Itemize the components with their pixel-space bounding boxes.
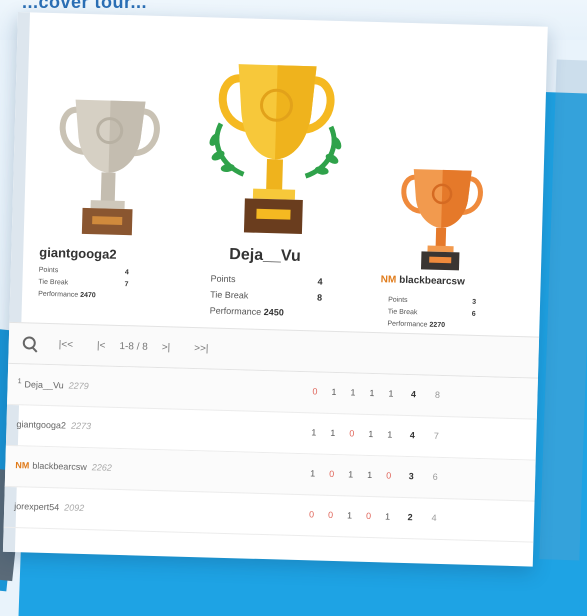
round-score: 1 [311,427,317,438]
round-scores: 1 0 1 1 0 3 6 [303,468,446,482]
last-page-button[interactable]: >>| [194,343,209,354]
player-name: jorexpert54 [14,501,60,513]
bronze-trophy-icon [401,169,483,271]
stat-value: 2470 [80,291,96,300]
stat-label: Points [210,273,236,285]
rank: 1 [17,378,22,386]
tiebreak-score: 8 [434,389,441,400]
stat-value: 2270 [429,321,446,330]
player-rating: 2092 [64,502,85,514]
second-points-row: Points 4 [39,267,129,277]
third-tiebreak-row: Tie Break 6 [388,308,476,317]
round-score: 0 [312,386,318,397]
round-score: 1 [331,386,337,398]
player-cell: giantgooga2 2273 [16,419,91,431]
stat-value: 6 [471,310,476,318]
player-rating: 2262 [91,462,113,473]
stat-value: 4 [124,269,129,277]
next-page-button[interactable]: >| [162,342,171,353]
title-badge: NM [15,460,30,471]
silver-trophy-icon [59,99,160,236]
round-score: 0 [349,428,355,439]
round-score: 1 [388,388,394,399]
round-score: 1 [367,469,373,481]
round-scores: 0 0 1 0 1 2 4 [302,509,445,523]
round-scores: 0 1 1 1 1 4 8 [305,386,448,400]
round-score: 1 [348,469,354,480]
player-name-text: blackbearcsw [399,274,465,288]
total-score: 4 [409,430,415,441]
player-name: giantgooga2 [16,419,67,431]
stat-label: Tie Break [210,289,249,301]
second-performance-row: Performance 2470 [38,291,128,301]
player-rating: 2273 [70,420,92,432]
first-points-row: Points 4 [210,273,322,286]
stat-label: Performance [387,320,428,329]
player-cell: jorexpert54 2092 [14,501,84,513]
total-score: 3 [408,471,414,482]
standings-table: 1 Deja__Vu 2279 0 1 1 1 1 4 8 giantgooga2 2… [3,363,538,543]
podium: giantgooga2 Points 4 Tie Break 7 Perform… [9,12,547,337]
round-score: 0 [386,470,392,481]
tiebreak-score: 4 [431,512,437,523]
prev-page-button[interactable]: |< [97,340,106,351]
tournament-results-card: giantgooga2 Points 4 Tie Break 7 Perform… [2,12,548,567]
player-name: blackbearcsw [32,460,87,473]
round-score: 1 [350,387,356,398]
gold-trophy-icon [209,64,342,235]
stat-value: 3 [472,298,477,306]
second-tiebreak-row: Tie Break 7 [38,279,128,289]
stat-value: 8 [316,292,323,303]
round-score: 1 [310,468,316,479]
round-scores: 1 1 0 1 1 4 7 [304,427,447,441]
player-cell: 1 Deja__Vu 2279 [17,378,89,392]
stat-label: Tie Break [387,308,418,317]
stat-value: 4 [317,276,323,287]
stat-label: Points [38,266,59,275]
player-cell: NM blackbearcsw 2262 [15,460,112,473]
player-name: Deja__Vu [24,379,64,391]
round-score: 0 [329,468,335,480]
stat-value: 7 [124,281,129,289]
third-points-row: Points 3 [388,296,476,305]
round-score: 1 [387,429,393,440]
stat-label: Points [388,296,408,304]
first-tiebreak-row: Tie Break 8 [210,289,322,302]
stat-label: Performance [209,305,262,317]
tiebreak-score: 7 [433,430,439,441]
player-rating: 2279 [68,380,89,392]
stat-label: Tie Break [38,278,69,287]
round-score: 1 [369,387,375,399]
round-score: 0 [308,509,315,520]
third-place-name[interactable]: NM blackbearcsw [381,274,465,287]
round-score: 0 [365,510,372,522]
round-score: 1 [330,427,336,439]
search-icon[interactable] [23,336,37,350]
stat-label: Performance [38,290,79,299]
first-performance-row: Performance 2450 [210,305,322,318]
page-caption: ...cover tour... [22,0,148,12]
round-score: 1 [368,428,374,440]
round-score: 0 [327,509,334,520]
round-score: 1 [346,510,353,521]
third-performance-row: Performance 2270 [387,320,475,329]
second-place-name[interactable]: giantgooga2 [39,245,117,262]
total-score: 4 [410,389,417,400]
tiebreak-score: 6 [432,471,438,482]
page-range-label: 1-8 / 8 [119,340,148,353]
title-badge: NM [380,274,397,286]
round-score: 1 [384,511,391,522]
first-place-name[interactable]: Deja__Vu [229,246,301,266]
stat-value: 2450 [263,306,284,318]
total-score: 2 [407,512,413,523]
first-page-button[interactable]: |<< [59,339,74,350]
